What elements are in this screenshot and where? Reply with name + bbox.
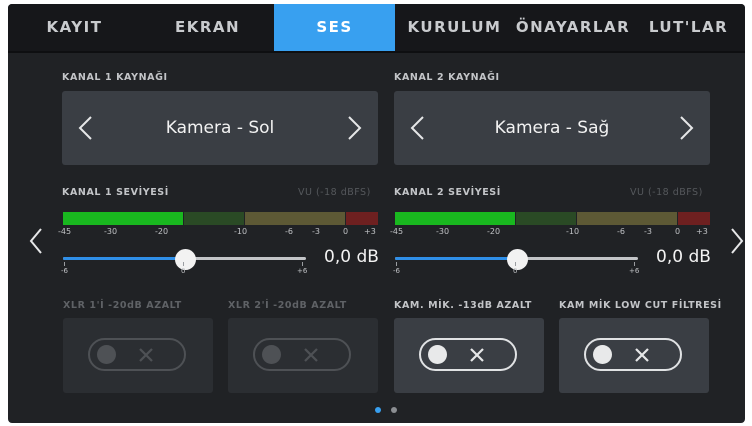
cam-mic-lowcut-toggle[interactable] <box>584 338 682 371</box>
chevron-right-icon[interactable] <box>729 226 745 256</box>
close-icon <box>139 348 153 362</box>
slider-tick-mark <box>396 262 397 266</box>
page-dot[interactable] <box>391 407 397 413</box>
meter-tick: -3 <box>312 227 320 236</box>
meter-red-segment <box>346 212 378 225</box>
slider-tick: +6 <box>629 267 640 275</box>
slider-tick: -6 <box>61 267 68 275</box>
meter-tick: -10 <box>234 227 248 236</box>
meter-red-segment <box>678 212 710 225</box>
close-icon <box>304 348 318 362</box>
chevron-right-icon[interactable] <box>674 115 698 141</box>
channel1-db-value: 0,0 dB <box>324 247 379 267</box>
slider-tick: 0 <box>513 267 518 275</box>
slider-tick: -6 <box>393 267 400 275</box>
channel1-vu-label: VU (-18 dBFS) <box>298 187 371 198</box>
meter-tick: 0 <box>343 227 349 236</box>
meter-tick: -45 <box>390 227 404 236</box>
toggle-knob <box>97 345 116 364</box>
xlr2-pad-toggle-box <box>228 318 378 393</box>
xlr1-pad-label: XLR 1'İ -20dB AZALT <box>63 300 182 311</box>
channel2-source-value: Kamera - Sağ <box>494 118 610 138</box>
channel1-level-meter <box>63 212 378 225</box>
slider-tick-mark <box>515 262 516 266</box>
cam-mic-lowcut-toggle-box <box>559 318 709 393</box>
channel2-level-meter <box>395 212 710 225</box>
slider-tick-mark <box>302 262 303 266</box>
meter-tick: -6 <box>617 227 625 236</box>
meter-tick: -3 <box>644 227 652 236</box>
channel2-vu-label: VU (-18 dBFS) <box>630 187 703 198</box>
slider-tick: 0 <box>181 267 186 275</box>
tab-lutlar[interactable]: LUT'LAR <box>632 4 745 51</box>
slider-tick-mark <box>64 262 65 266</box>
cam-mic-pad-label: KAM. MİK. -13dB AZALT <box>394 300 533 311</box>
meter-tick: -10 <box>566 227 580 236</box>
meter-tick: -30 <box>436 227 450 236</box>
meter-tick: -20 <box>155 227 169 236</box>
tab-ekran[interactable]: EKRAN <box>141 4 274 51</box>
channel2-level-label: KANAL 2 SEVİYESİ <box>394 187 501 198</box>
slider-tick: +6 <box>297 267 308 275</box>
camera-settings-panel: KAYIT EKRAN SES KURULUM ÖNAYARLAR LUT'LA… <box>8 4 745 423</box>
xlr2-pad-toggle <box>253 338 351 371</box>
tab-bar: KAYIT EKRAN SES KURULUM ÖNAYARLAR LUT'LA… <box>8 4 745 53</box>
cam-mic-lowcut-label: KAM MİK LOW CUT FİLTRESİ <box>559 300 722 311</box>
cam-mic-pad-toggle[interactable] <box>419 338 517 371</box>
channel1-source-label: KANAL 1 KAYNAĞI <box>62 72 168 83</box>
xlr1-pad-toggle-box <box>63 318 213 393</box>
meter-tick: -6 <box>285 227 293 236</box>
meter-olive-segment <box>577 212 677 225</box>
meter-green-segment <box>63 212 183 225</box>
meter-tick: +3 <box>364 227 376 236</box>
meter-olive-segment <box>245 212 345 225</box>
channel2-source-selector: Kamera - Sağ <box>394 91 710 165</box>
slider-tick-mark <box>183 262 184 266</box>
channel1-slider-ticks: -6 0 +6 <box>61 262 308 277</box>
channel2-meter-ticks: -45 -30 -20 -10 -6 -3 0 +3 <box>390 227 710 239</box>
channel1-level-label: KANAL 1 SEVİYESİ <box>62 187 169 198</box>
close-icon <box>635 348 649 362</box>
channel1-meter-ticks: -45 -30 -20 -10 -6 -3 0 +3 <box>58 227 378 239</box>
meter-tick: -45 <box>58 227 72 236</box>
toggle-knob <box>593 345 612 364</box>
page-dot-active[interactable] <box>375 407 381 413</box>
channel1-source-selector: Kamera - Sol <box>62 91 378 165</box>
close-icon <box>470 348 484 362</box>
tab-onayarlar[interactable]: ÖNAYARLAR <box>514 4 632 51</box>
slider-fill <box>395 257 517 260</box>
channel1-source-value: Kamera - Sol <box>165 118 275 138</box>
tab-kayit[interactable]: KAYIT <box>8 4 141 51</box>
xlr2-pad-label: XLR 2'İ -20dB AZALT <box>228 300 347 311</box>
toggle-knob <box>428 345 447 364</box>
cam-mic-pad-toggle-box <box>394 318 544 393</box>
tab-ses[interactable]: SES <box>274 4 395 51</box>
channel2-slider-ticks: -6 0 +6 <box>393 262 640 277</box>
meter-green-segment <box>395 212 515 225</box>
tab-kurulum[interactable]: KURULUM <box>395 4 514 51</box>
meter-dark-green-segment <box>516 212 576 225</box>
meter-dark-green-segment <box>184 212 244 225</box>
meter-tick: 0 <box>675 227 681 236</box>
xlr1-pad-toggle <box>88 338 186 371</box>
toggle-knob <box>262 345 281 364</box>
meter-tick: -30 <box>104 227 118 236</box>
chevron-right-icon[interactable] <box>342 115 366 141</box>
slider-fill <box>63 257 185 260</box>
channel2-source-label: KANAL 2 KAYNAĞI <box>394 72 500 83</box>
channel2-db-value: 0,0 dB <box>656 247 711 267</box>
slider-tick-mark <box>634 262 635 266</box>
meter-tick: -20 <box>487 227 501 236</box>
chevron-left-icon[interactable] <box>28 226 44 256</box>
meter-tick: +3 <box>696 227 708 236</box>
